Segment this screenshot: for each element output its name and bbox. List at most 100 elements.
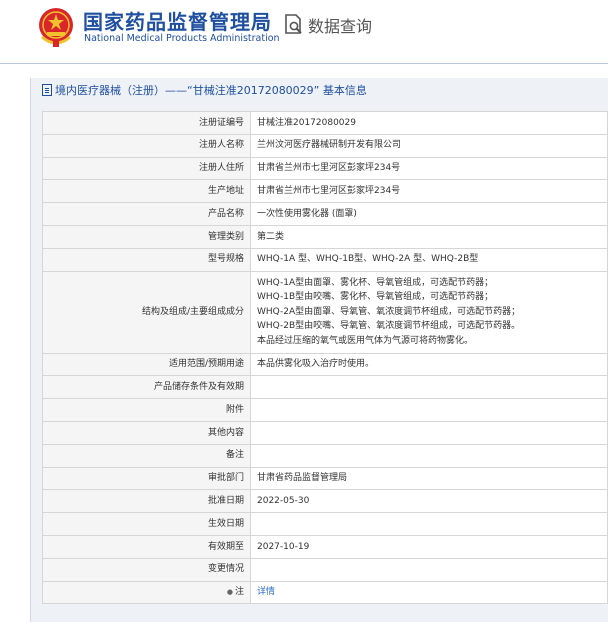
site-subtitle: National Medical Products Administration bbox=[84, 33, 280, 44]
field-value: 甘肃省兰州市七里河区彭家坪234号 bbox=[250, 179, 608, 204]
field-label: 生产地址 bbox=[42, 179, 251, 204]
field-value-text: 2027-10-19 bbox=[257, 541, 310, 552]
field-value: 甘械注准20172080029 bbox=[250, 111, 608, 135]
field-label: 批准日期 bbox=[42, 489, 251, 514]
field-value: 兰州汶河医疗器械研制开发有限公司 bbox=[250, 133, 608, 158]
composition-line: WHQ-1B型由咬嘴、雾化杯、导氧管组成，可选配节药器； bbox=[257, 292, 494, 303]
field-label: 其他内容 bbox=[42, 420, 251, 445]
field-value-text: WHQ-1A 型、WHQ-1B型、WHQ-2A 型、WHQ-2B型 bbox=[257, 254, 479, 265]
site-header: 国家药品监督管理局 National Medical Products Admi… bbox=[0, 0, 608, 60]
field-label-text: 审批部门 bbox=[207, 473, 244, 484]
field-value bbox=[250, 420, 608, 445]
field-value-text: 本品供雾化吸入治疗时使用。 bbox=[257, 359, 375, 370]
field-label: 管理类别 bbox=[42, 224, 251, 249]
field-label-text: 注 bbox=[234, 587, 244, 598]
field-label-text: 变更情况 bbox=[207, 564, 244, 575]
field-label-text: 生产地址 bbox=[207, 186, 244, 197]
table-row: 型号规格 WHQ-1A 型、WHQ-1B型、WHQ-2A 型、WHQ-2B型 bbox=[42, 247, 608, 272]
field-label-text: 注册人住所 bbox=[198, 163, 244, 174]
field-label: 备注 bbox=[42, 443, 251, 468]
table-row: 生效日期 bbox=[42, 512, 608, 536]
field-value bbox=[250, 443, 608, 468]
field-value-text: 2022-05-30 bbox=[257, 496, 310, 506]
field-label-text: 备注 bbox=[225, 450, 244, 461]
field-value-text: 甘肃省药品监督管理局 bbox=[257, 473, 348, 484]
table-row: ● 注详情 bbox=[42, 580, 608, 605]
field-value bbox=[250, 375, 608, 400]
field-value-text: 兰州汶河医疗器械研制开发有限公司 bbox=[257, 140, 402, 151]
field-label: ● 注 bbox=[42, 580, 251, 605]
table-row: 管理类别 第二类 bbox=[42, 224, 608, 249]
composition-line: WHQ-2A型由面罩、导氧管、氧浓度调节杯组成，可选配节药器； bbox=[257, 306, 521, 317]
field-label-text: 注册证编号 bbox=[198, 117, 244, 128]
table-row: 备注 bbox=[42, 443, 608, 468]
table-row: 注册人名称 兰州汶河医疗器械研制开发有限公司 bbox=[42, 133, 608, 158]
field-label: 注册人名称 bbox=[42, 133, 251, 158]
field-value-text: 甘械注准20172080029 bbox=[257, 117, 356, 128]
table-row: 产品储存条件及有效期 bbox=[42, 375, 608, 400]
field-value: WHQ-1A型由面罩、雾化杯、导氧管组成，可选配节药器； WHQ-1B型由咬嘴、雾… bbox=[250, 270, 608, 354]
field-label: 注册人住所 bbox=[42, 156, 251, 181]
field-label: 型号规格 bbox=[42, 247, 251, 272]
field-value: WHQ-1A 型、WHQ-1B型、WHQ-2A 型、WHQ-2B型 bbox=[250, 247, 608, 272]
field-label-text: 管理类别 bbox=[207, 231, 244, 242]
field-label-text: 产品储存条件及有效期 bbox=[153, 382, 244, 393]
field-value: 详情 bbox=[250, 580, 608, 605]
document-icon bbox=[42, 84, 52, 96]
field-label-text: 型号规格 bbox=[207, 254, 244, 265]
field-value-text: 第二类 bbox=[257, 231, 285, 242]
field-label: 附件 bbox=[42, 398, 251, 422]
field-value: 2022-05-30 bbox=[250, 489, 608, 514]
field-label-text: 结构及组成/主要组成成分 bbox=[141, 306, 244, 317]
field-label-text: 有效期至 bbox=[207, 541, 244, 552]
field-value: 2027-10-19 bbox=[250, 534, 608, 559]
data-query-link[interactable]: 数据查询 bbox=[284, 10, 372, 40]
field-value bbox=[250, 398, 608, 422]
field-value bbox=[250, 512, 608, 536]
composition-line: WHQ-2B型由咬嘴、导氧管、氧浓度调节杯组成，可选配节药器。 bbox=[257, 321, 521, 332]
bulb-icon: ● bbox=[226, 588, 233, 597]
data-query-label: 数据查询 bbox=[308, 17, 373, 36]
field-value: 甘肃省药品监督管理局 bbox=[250, 466, 608, 491]
field-label-text: 附件 bbox=[225, 404, 244, 415]
field-label-text: 批准日期 bbox=[207, 496, 244, 506]
details-link[interactable]: 详情 bbox=[257, 587, 275, 597]
field-label-text: 注册人名称 bbox=[198, 140, 244, 151]
field-value bbox=[250, 557, 608, 582]
field-value: 本品供雾化吸入治疗时使用。 bbox=[250, 352, 608, 377]
field-label: 变更情况 bbox=[42, 557, 251, 582]
field-label-text: 适用范围/预期用途 bbox=[168, 359, 244, 370]
field-label: 产品储存条件及有效期 bbox=[42, 375, 251, 400]
table-row: 附件 bbox=[42, 398, 608, 422]
field-value: 一次性使用雾化器 (面罩) bbox=[250, 202, 608, 226]
field-value-text: 甘肃省兰州市七里河区彭家坪234号 bbox=[257, 186, 401, 197]
table-row: 产品名称 一次性使用雾化器 (面罩) bbox=[42, 202, 608, 226]
field-label: 注册证编号 bbox=[42, 111, 251, 135]
site-title: 国家药品监督管理局 bbox=[83, 10, 272, 34]
field-value: 第二类 bbox=[250, 224, 608, 249]
national-emblem-icon bbox=[39, 8, 73, 47]
field-label: 适用范围/预期用途 bbox=[42, 352, 251, 377]
panel-title-text: 境内医疗器械（注册）——“甘械注准20172080029” 基本信息 bbox=[55, 84, 367, 97]
table-row: 有效期至 2027-10-19 bbox=[42, 534, 608, 559]
table-row: 注册证编号 甘械注准20172080029 bbox=[42, 111, 608, 135]
field-label: 生效日期 bbox=[42, 512, 251, 536]
field-value-text: 甘肃省兰州市七里河区彭家坪234号 bbox=[257, 163, 401, 174]
table-row: 适用范围/预期用途 本品供雾化吸入治疗时使用。 bbox=[42, 352, 608, 377]
table-row: 其他内容 bbox=[42, 420, 608, 445]
field-label: 有效期至 bbox=[42, 534, 251, 559]
composition-line: 本品经过压缩的氧气或医用气体为气源可将药物雾化。 bbox=[257, 335, 474, 346]
table-row: 批准日期 2022-05-30 bbox=[42, 489, 608, 514]
header-divider bbox=[0, 63, 608, 64]
field-value-text: 一次性使用雾化器 (面罩) bbox=[257, 208, 357, 219]
composition-line: WHQ-1A型由面罩、雾化杯、导氧管组成，可选配节药器； bbox=[257, 277, 494, 288]
field-label: 产品名称 bbox=[42, 202, 251, 226]
table-row: 生产地址 甘肃省兰州市七里河区彭家坪234号 bbox=[42, 179, 608, 204]
table-row: 结构及组成/主要组成成分 WHQ-1A型由面罩、雾化杯、导氧管组成，可选配节药器；… bbox=[42, 270, 608, 354]
field-label: 审批部门 bbox=[42, 466, 251, 491]
field-label: 结构及组成/主要组成成分 bbox=[42, 270, 251, 354]
table-row: 变更情况 bbox=[42, 557, 608, 582]
panel-title: 境内医疗器械（注册）——“甘械注准20172080029” 基本信息 bbox=[42, 82, 367, 98]
document-search-icon bbox=[285, 14, 302, 34]
field-label-text: 生效日期 bbox=[207, 518, 244, 529]
